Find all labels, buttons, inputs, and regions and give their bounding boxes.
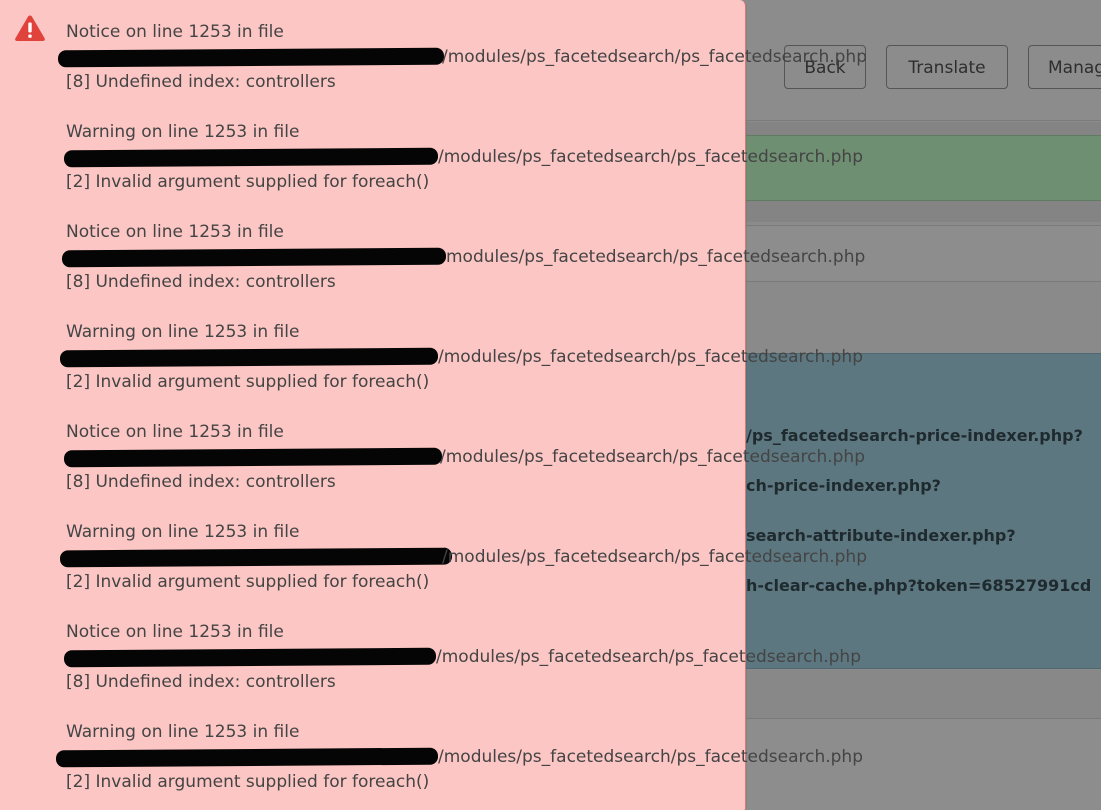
- error-heading: Notice on line 1253 in file: [66, 622, 284, 642]
- error-heading: Warning on line 1253 in file: [66, 522, 300, 542]
- error-heading: Warning on line 1253 in file: [66, 722, 300, 742]
- cron-url-attribute-indexer: search-attribute-indexer.php?: [746, 526, 1016, 545]
- redacted-path: [55, 747, 439, 768]
- manage-button[interactable]: Manage: [1028, 45, 1101, 89]
- error-entry: Warning on line 1253 in file /modules/ps…: [59, 520, 867, 620]
- error-entry: Notice on line 1253 in file modules/ps_f…: [61, 220, 865, 320]
- warning-triangle-icon: [15, 15, 45, 41]
- redacted-path: [63, 447, 443, 468]
- path-suffix: modules/ps_facetedsearch/ps_facetedsearc…: [446, 247, 866, 267]
- path-suffix: /modules/ps_facetedsearch/ps_facetedsear…: [438, 147, 863, 167]
- error-file-path: /modules/ps_facetedsearch/ps_facetedsear…: [63, 645, 861, 670]
- path-suffix: /modules/ps_facetedsearch/ps_facetedsear…: [438, 747, 863, 767]
- error-entry: Warning on line 1253 in file /modules/ps…: [63, 120, 863, 220]
- error-entry: Warning on line 1253 in file /modules/ps…: [55, 720, 863, 810]
- error-message: [8] Undefined index: controllers: [66, 472, 336, 492]
- error-heading: Notice on line 1253 in file: [66, 22, 284, 42]
- error-file-path: /modules/ps_facetedsearch/ps_facetedsear…: [63, 145, 863, 170]
- error-message: [2] Invalid argument supplied for foreac…: [66, 772, 430, 792]
- error-file-path: /modules/ps_facetedsearch/ps_facetedsear…: [59, 345, 863, 370]
- path-suffix: /modules/ps_facetedsearch/ps_facetedsear…: [442, 47, 867, 67]
- redacted-path: [59, 547, 453, 568]
- error-message: [2] Invalid argument supplied for foreac…: [66, 572, 430, 592]
- error-file-path: /modules/ps_facetedsearch/ps_facetedsear…: [59, 545, 867, 570]
- cron-url-clear-cache: h-clear-cache.php?token=68527991cd: [746, 576, 1092, 595]
- error-heading: Warning on line 1253 in file: [66, 122, 300, 142]
- error-message: [8] Undefined index: controllers: [66, 672, 336, 692]
- error-entry: Notice on line 1253 in file /modules/ps_…: [63, 420, 865, 520]
- error-entry: Warning on line 1253 in file /modules/ps…: [59, 320, 863, 420]
- redacted-path: [63, 147, 439, 168]
- error-file-path: modules/ps_facetedsearch/ps_facetedsearc…: [61, 245, 865, 270]
- path-suffix: /modules/ps_facetedsearch/ps_facetedsear…: [440, 447, 865, 467]
- redacted-path: [61, 247, 447, 268]
- translate-button[interactable]: Translate: [886, 45, 1008, 89]
- cron-url-price-indexer: /ps_facetedsearch-price-indexer.php?: [746, 426, 1083, 445]
- error-entry: Notice on line 1253 in file /modules/ps_…: [63, 620, 861, 720]
- error-list: Notice on line 1253 in file /modules/ps_…: [55, 20, 867, 810]
- error-heading: Notice on line 1253 in file: [66, 422, 284, 442]
- error-file-path: /modules/ps_facetedsearch/ps_facetedsear…: [63, 445, 865, 470]
- error-heading: Notice on line 1253 in file: [66, 222, 284, 242]
- cron-url-price-indexer-2: ch-price-indexer.php?: [746, 476, 941, 495]
- redacted-path: [57, 47, 445, 68]
- redacted-path: [63, 647, 437, 668]
- error-heading: Warning on line 1253 in file: [66, 322, 300, 342]
- php-error-panel: Notice on line 1253 in file /modules/ps_…: [0, 0, 867, 810]
- path-suffix: /modules/ps_facetedsearch/ps_facetedsear…: [442, 547, 867, 567]
- error-message: [8] Undefined index: controllers: [66, 272, 336, 292]
- error-file-path: /modules/ps_facetedsearch/ps_facetedsear…: [55, 745, 863, 770]
- error-file-path: /modules/ps_facetedsearch/ps_facetedsear…: [57, 45, 867, 70]
- redacted-path: [59, 347, 439, 368]
- error-message: [2] Invalid argument supplied for foreac…: [66, 172, 430, 192]
- error-entry: Notice on line 1253 in file /modules/ps_…: [57, 20, 867, 120]
- error-message: [8] Undefined index: controllers: [66, 72, 336, 92]
- error-message: [2] Invalid argument supplied for foreac…: [66, 372, 430, 392]
- path-suffix: /modules/ps_facetedsearch/ps_facetedsear…: [436, 647, 861, 667]
- path-suffix: /modules/ps_facetedsearch/ps_facetedsear…: [438, 347, 863, 367]
